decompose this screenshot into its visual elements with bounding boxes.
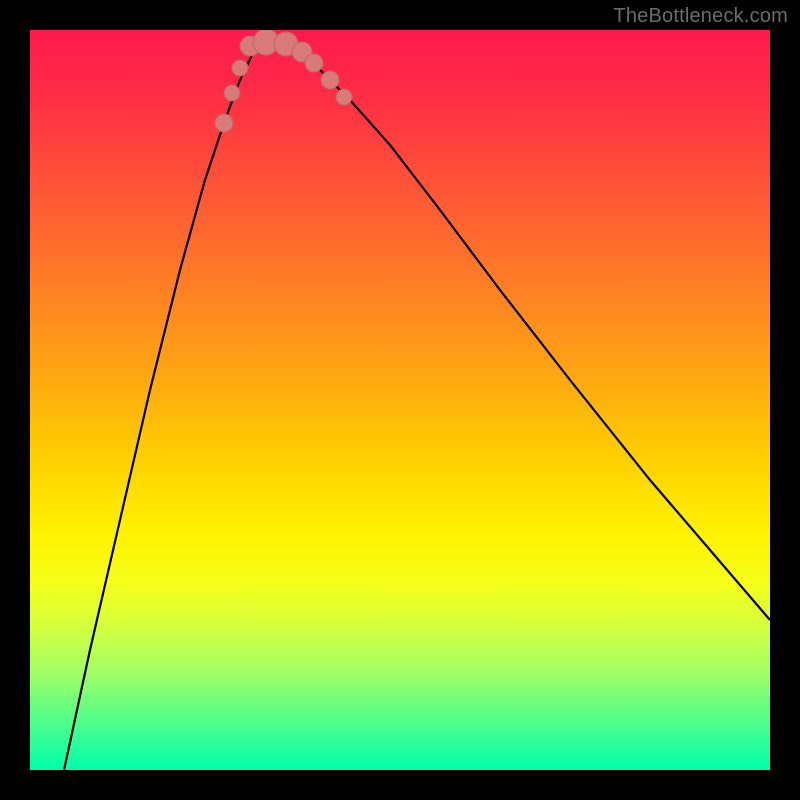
marker-dot bbox=[305, 54, 323, 72]
marker-dot bbox=[224, 85, 240, 101]
marker-dot bbox=[232, 60, 248, 76]
marker-group bbox=[215, 30, 352, 132]
chart-frame: TheBottleneck.com bbox=[0, 0, 800, 800]
marker-dot bbox=[321, 71, 339, 89]
watermark-text: TheBottleneck.com bbox=[613, 6, 788, 26]
marker-dot bbox=[215, 114, 233, 132]
curve-layer bbox=[30, 30, 770, 770]
plot-area bbox=[30, 30, 770, 770]
marker-dot bbox=[336, 89, 352, 105]
bottleneck-curve bbox=[64, 42, 770, 770]
